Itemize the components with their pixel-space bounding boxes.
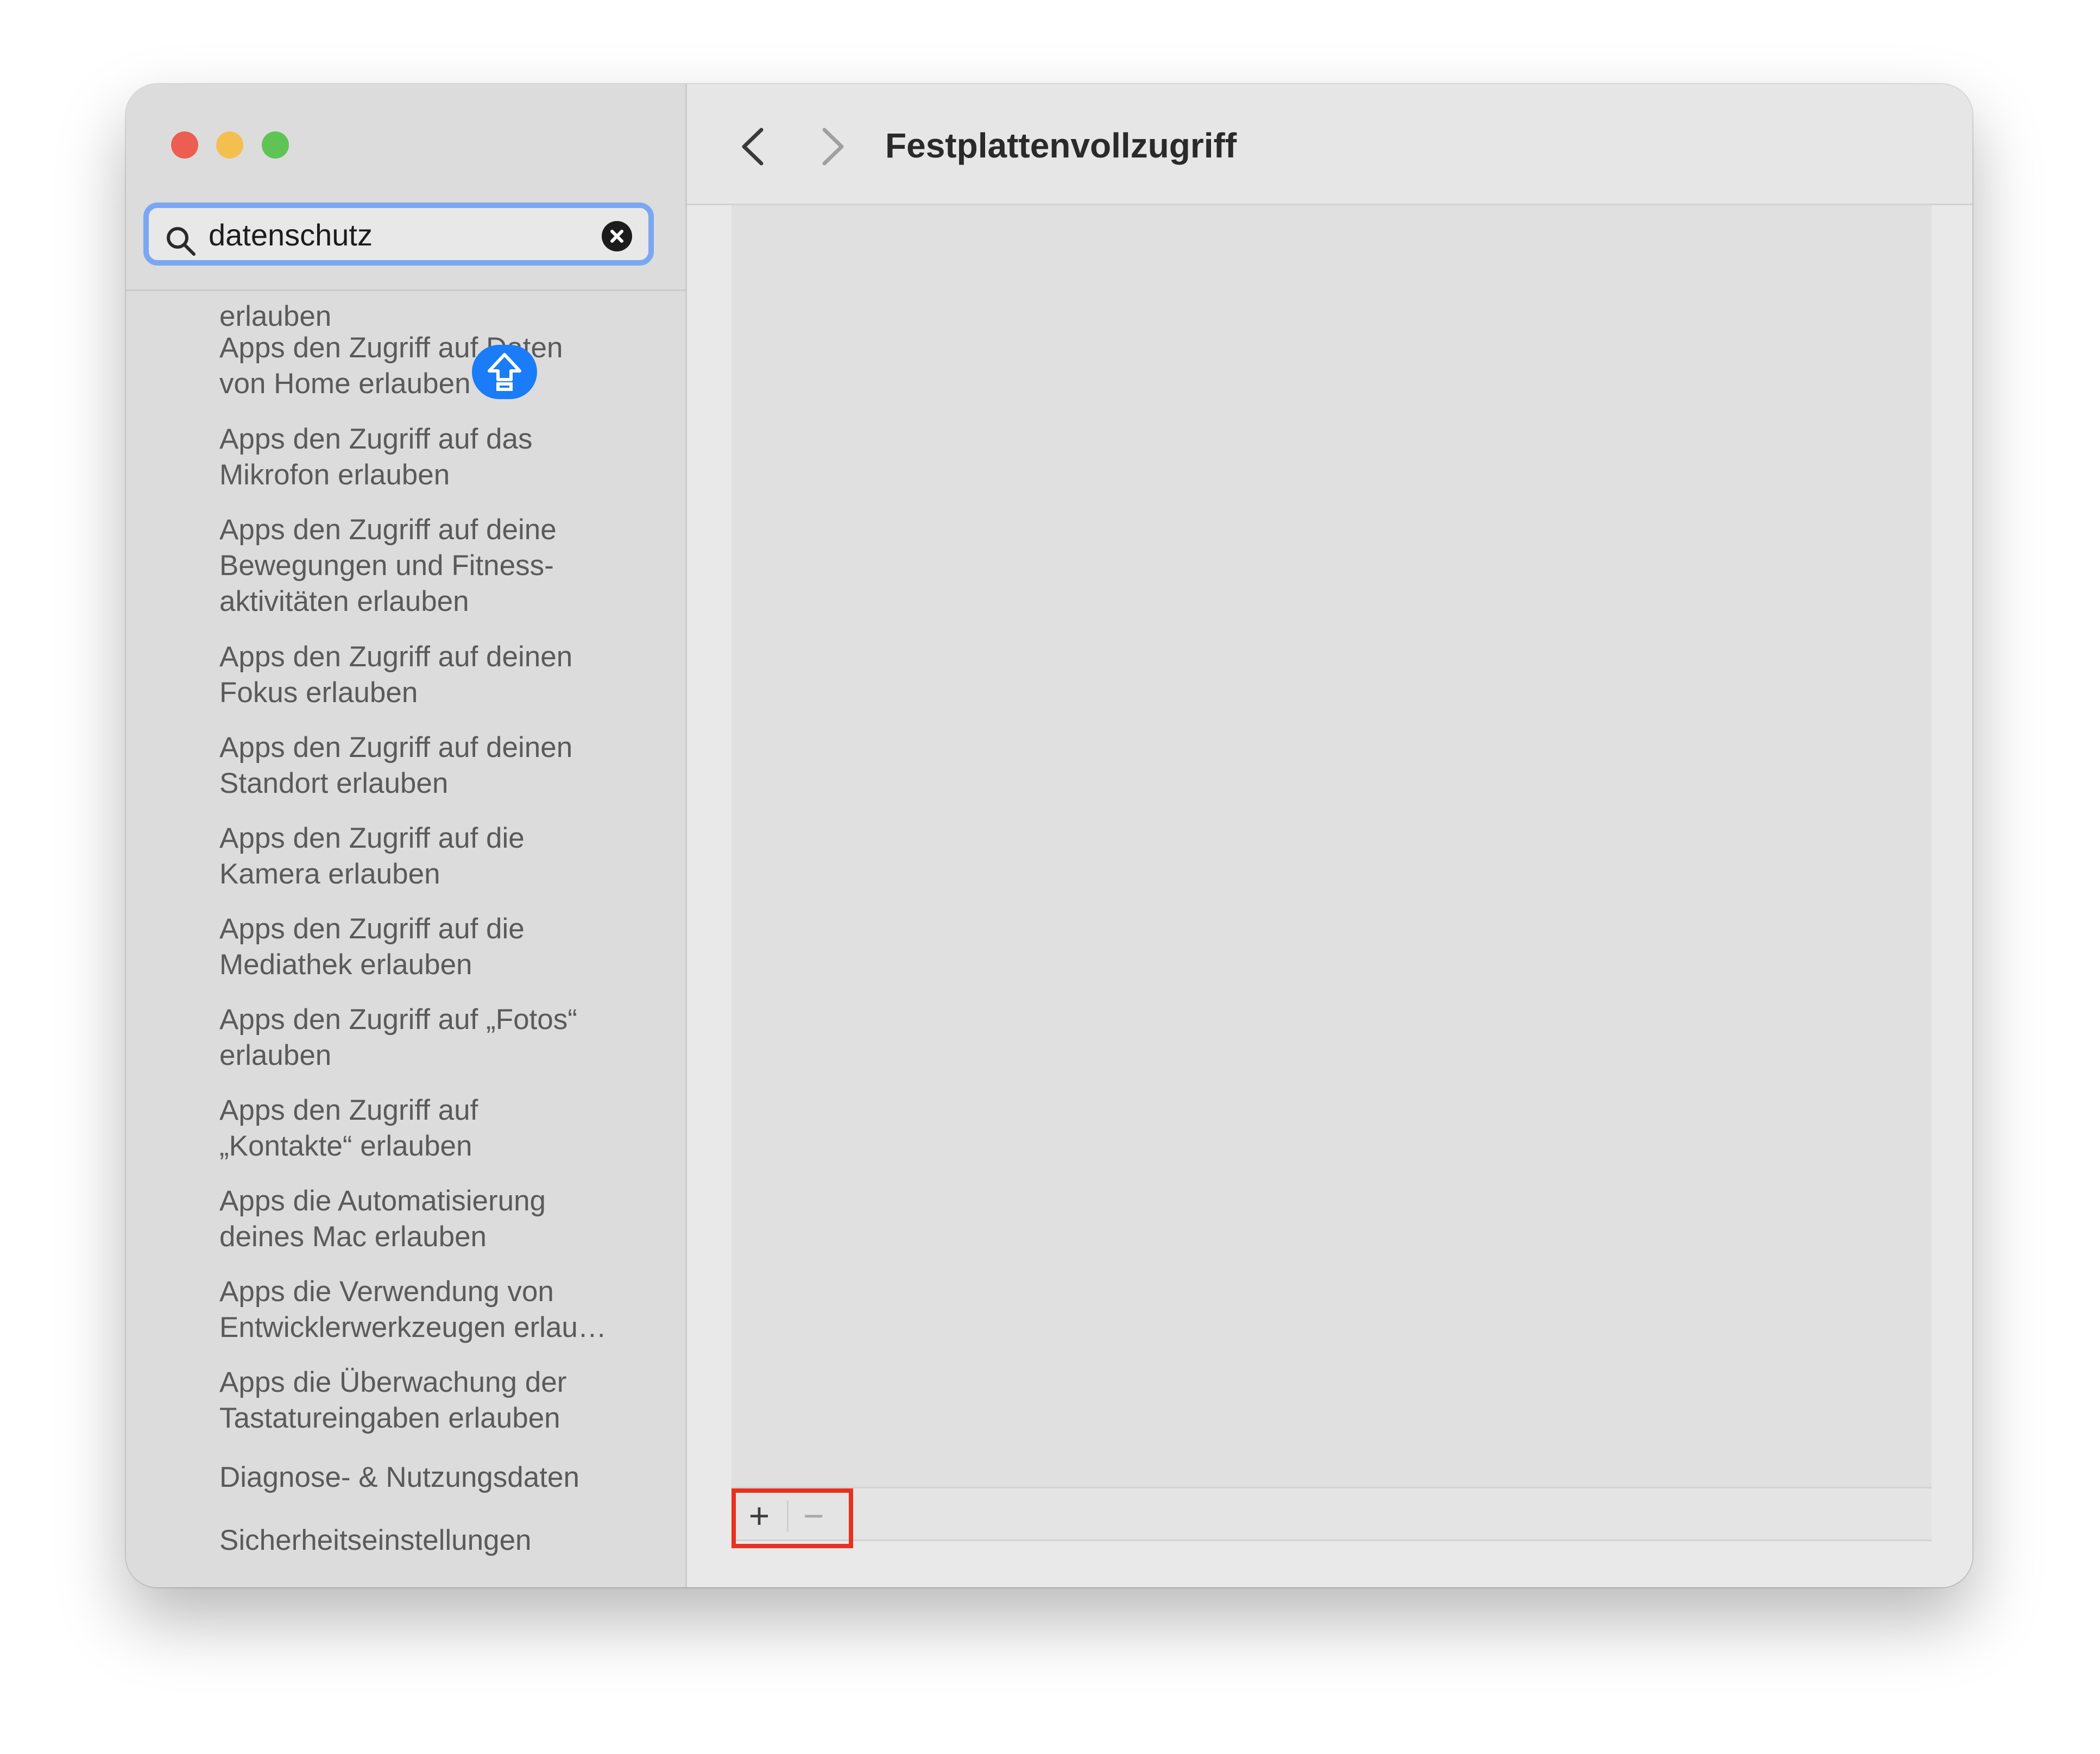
footer-divider	[787, 1500, 789, 1532]
shift-icon	[488, 353, 521, 391]
chevron-left-icon[interactable]	[733, 122, 771, 171]
search-input[interactable]	[209, 216, 589, 254]
chevron-right-icon[interactable]	[815, 122, 853, 171]
list-item[interactable]: Apps den Zugriff auf deine Bewegungen un…	[219, 512, 665, 620]
list-item[interactable]: Apps den Zugriff auf die Kamera erlauben	[219, 821, 665, 892]
zoom-window-button[interactable]	[262, 131, 289, 159]
list-item[interactable]: Apps den Zugriff auf deinen Standort erl…	[219, 730, 665, 802]
search-icon	[167, 227, 196, 256]
list-item[interactable]: Diagnose- & Nutzungsdaten	[219, 1460, 665, 1496]
list-item[interactable]: Apps die Überwachung der Tastatureingabe…	[219, 1365, 665, 1436]
list-item[interactable]: Apps den Zugriff auf das Mikrofon erlaub…	[219, 421, 665, 493]
list-item[interactable]: Apps den Zugriff auf „Kontakte“ erlauben	[219, 1093, 665, 1164]
list-item[interactable]: Sicherheitseinstellungen	[219, 1523, 665, 1559]
close-window-button[interactable]	[171, 131, 198, 159]
list-item[interactable]: Apps den Zugriff auf „Fotos“ erlauben	[219, 1002, 665, 1074]
toolbar: Festplattenvollzugriff	[687, 84, 1972, 205]
caps-lock-indicator	[472, 345, 537, 399]
list-item[interactable]: Apps die Automatisierung deines Mac erla…	[219, 1183, 665, 1255]
search-field[interactable]	[143, 203, 654, 266]
list-item[interactable]: Apps den Zugriff auf deinen Fokus erlaub…	[219, 639, 665, 711]
list-item[interactable]: Apps die Verwendung von Entwicklerwerkze…	[219, 1274, 665, 1346]
main-pane: Festplattenvollzugriff + −	[687, 84, 1972, 1587]
list-footer: + −	[731, 1487, 1932, 1548]
list-item[interactable]: Apps den Zugriff auf Daten von Home erla…	[219, 330, 665, 402]
settings-window: erlauben Apps den Zugriff auf Daten von …	[126, 84, 1972, 1587]
remove-app-button[interactable]: −	[790, 1496, 837, 1535]
sidebar: erlauben Apps den Zugriff auf Daten von …	[126, 84, 687, 1587]
minimize-window-button[interactable]	[216, 131, 243, 159]
clear-search-icon[interactable]	[602, 221, 632, 251]
page-title: Festplattenvollzugriff	[885, 126, 1237, 165]
add-app-button[interactable]: +	[736, 1496, 783, 1535]
search-results-list: erlauben Apps den Zugriff auf Daten von …	[126, 291, 685, 1587]
app-list-panel	[731, 205, 1932, 1487]
list-item[interactable]: erlauben	[219, 299, 665, 335]
list-item[interactable]: Apps den Zugriff auf die Mediathek erlau…	[219, 911, 665, 983]
